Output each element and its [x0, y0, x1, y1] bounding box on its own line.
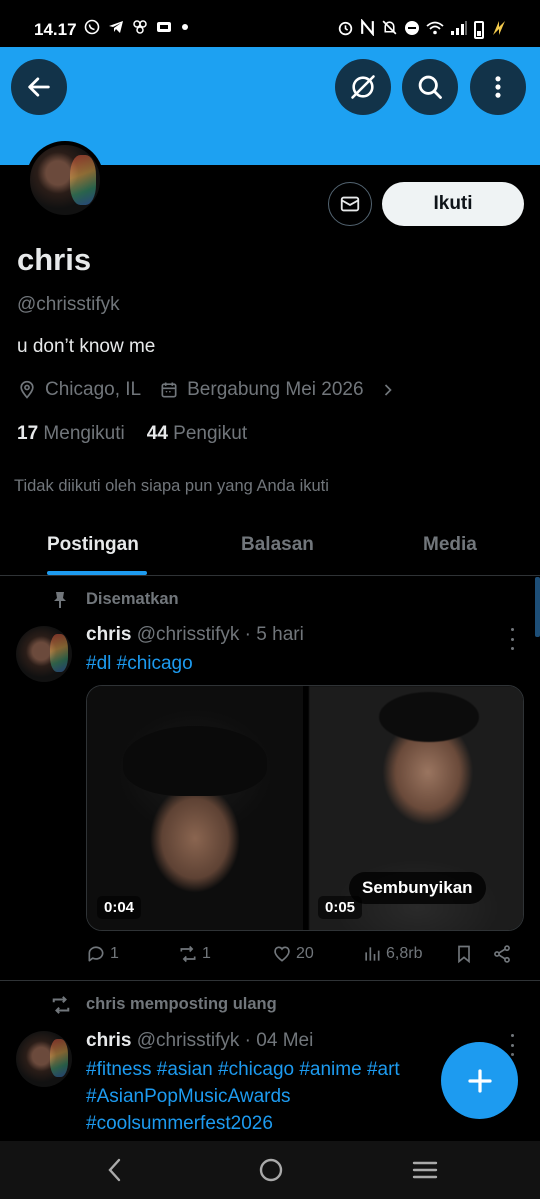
profile-meta: Chicago, IL Bergabung Mei 2026	[17, 379, 398, 401]
charging-icon	[490, 20, 508, 40]
status-system-icons	[337, 18, 508, 40]
battery-icon	[474, 20, 484, 39]
reposted-label[interactable]: chris memposting ulang	[86, 995, 277, 1014]
media-icon	[156, 19, 172, 39]
hide-media-button[interactable]: Sembunyikan	[349, 872, 486, 904]
views-icon	[365, 947, 380, 961]
reply-count: 1	[110, 945, 119, 962]
search-icon	[418, 75, 442, 99]
post-actions: 1 1 20 6,8rb	[86, 944, 516, 970]
status-notification-icons	[84, 19, 190, 39]
not-followed-notice: Tidak diikuti oleh siapa pun yang Anda i…	[14, 477, 329, 495]
mute-icon	[381, 19, 398, 40]
like-count: 20	[296, 945, 314, 962]
envelope-icon	[340, 196, 360, 212]
alarm-icon	[337, 19, 354, 40]
like-button[interactable]: 20	[272, 944, 314, 964]
follow-button[interactable]: Ikuti	[382, 182, 524, 226]
followers-link[interactable]: 44 Pengikut	[147, 423, 247, 445]
more-button[interactable]	[470, 59, 526, 115]
repost-button[interactable]: 1	[178, 944, 211, 964]
post-header: chris @chrisstifyk · 04 Mei	[86, 1030, 313, 1052]
video-duration-1: 0:04	[97, 896, 142, 919]
nfc-icon	[360, 18, 375, 40]
post-author-handle[interactable]: @chrisstifyk	[137, 624, 240, 645]
signal-icon	[450, 20, 468, 40]
home-nav-icon[interactable]	[257, 1156, 285, 1184]
message-button[interactable]	[328, 182, 372, 226]
bookmark-button[interactable]	[454, 944, 474, 964]
dnd-icon	[404, 20, 420, 40]
system-nav-bar	[0, 1141, 540, 1199]
following-link[interactable]: 17 Mengikuti	[17, 423, 125, 445]
recents-nav-icon[interactable]	[411, 1156, 439, 1184]
share-icon	[494, 945, 510, 963]
post-author-name[interactable]: chris	[86, 1030, 131, 1051]
post-author-avatar[interactable]	[16, 626, 72, 682]
followers-label: Pengikut	[173, 423, 248, 444]
repost-count: 1	[202, 945, 211, 962]
post-author-name[interactable]: chris	[86, 624, 131, 645]
repost-icon	[52, 996, 70, 1014]
post-hashtags[interactable]: #dl #chicago	[86, 650, 526, 678]
post-time: · 04 Mei	[244, 1030, 314, 1051]
pinned-label: Disematkan	[86, 590, 179, 608]
grok-button[interactable]	[335, 59, 391, 115]
status-bar: 14.17	[0, 0, 540, 47]
dot-icon	[180, 19, 190, 39]
tab-media[interactable]: Media	[423, 534, 477, 556]
heart-icon	[274, 946, 290, 962]
profile-location: Chicago, IL	[45, 379, 142, 400]
following-label: Mengikuti	[43, 423, 125, 444]
profile-bio: u don’t know me	[17, 336, 156, 357]
pinwheel-icon	[132, 19, 148, 39]
more-vertical-icon	[495, 76, 501, 98]
grok-icon	[351, 75, 375, 99]
pin-icon	[54, 592, 66, 608]
share-button[interactable]	[492, 944, 512, 964]
tab-postingan[interactable]: Postingan	[47, 534, 139, 556]
profile-avatar[interactable]	[26, 141, 104, 219]
compose-button[interactable]	[441, 1042, 518, 1119]
back-arrow-icon	[28, 77, 50, 97]
post-time: · 5 hari	[244, 624, 304, 645]
calendar-icon	[161, 382, 177, 398]
back-button[interactable]	[11, 59, 67, 115]
profile-joined-date: Bergabung Mei 2026	[187, 379, 364, 400]
repost-icon	[180, 945, 196, 963]
views-count: 6,8rb	[386, 945, 423, 962]
profile-name: chris	[17, 242, 92, 277]
reply-icon	[88, 946, 104, 962]
status-time: 14.17	[34, 20, 77, 39]
search-button[interactable]	[402, 59, 458, 115]
location-icon	[20, 380, 34, 399]
follow-counts: 17 Mengikuti 44 Pengikut	[17, 423, 247, 445]
video-thumbnail-1[interactable]	[87, 686, 303, 930]
wifi-icon	[426, 20, 444, 40]
plus-icon	[467, 1068, 492, 1093]
post-divider	[0, 980, 540, 981]
profile-tabs: Postingan Balasan Media	[0, 520, 540, 576]
active-tab-indicator	[47, 571, 147, 575]
followers-count: 44	[146, 423, 168, 444]
post-author-avatar[interactable]	[16, 1031, 72, 1087]
post-more-button[interactable]	[504, 628, 520, 650]
whatsapp-icon	[84, 19, 100, 39]
following-count: 17	[17, 423, 39, 444]
post-header: chris @chrisstifyk · 5 hari	[86, 624, 304, 646]
telegram-icon	[108, 19, 124, 39]
reply-button[interactable]: 1	[86, 944, 119, 964]
scrollbar[interactable]	[535, 577, 540, 637]
back-nav-icon[interactable]	[102, 1156, 128, 1184]
bookmark-icon	[458, 945, 470, 964]
views-button[interactable]: 6,8rb	[362, 944, 422, 964]
tab-balasan[interactable]: Balasan	[241, 534, 314, 556]
post-media-grid: 0:04 0:05 Sembunyikan	[86, 685, 524, 931]
post-author-handle[interactable]: @chrisstifyk	[137, 1030, 240, 1051]
profile-handle: @chrisstifyk	[17, 294, 120, 315]
chevron-right-icon[interactable]	[378, 380, 398, 400]
